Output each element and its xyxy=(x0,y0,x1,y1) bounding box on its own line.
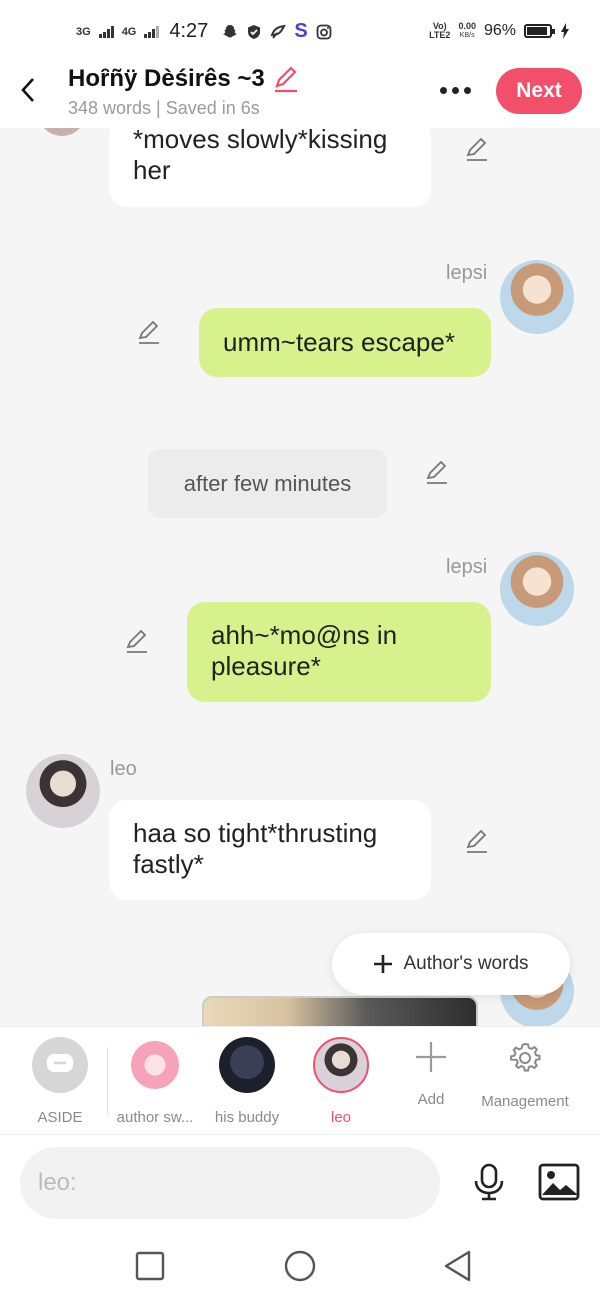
signal-icon xyxy=(98,25,114,38)
s-app-icon: S xyxy=(294,20,308,42)
avatar-lepsi[interactable] xyxy=(500,260,574,334)
volte-indicator: Vo) LTE2 xyxy=(429,22,450,40)
speaker-name: leo xyxy=(110,758,137,780)
status-right: Vo) LTE2 0.00 KB/s 96% xyxy=(429,22,570,40)
next-button[interactable]: Next xyxy=(496,68,582,114)
snapchat-icon xyxy=(223,24,238,37)
character-label: his buddy xyxy=(214,1109,280,1126)
avatar[interactable] xyxy=(38,128,86,136)
message-bubble[interactable]: haa so tight*thrusting fastly* xyxy=(109,800,431,900)
leo-avatar xyxy=(313,1037,369,1093)
add-author-words-label: Author's words xyxy=(403,953,529,974)
input-bar xyxy=(0,1134,600,1232)
add-label: Add xyxy=(417,1091,445,1108)
more-options-button[interactable] xyxy=(436,76,474,104)
character-aside[interactable]: ASIDE xyxy=(15,1037,105,1126)
character-bar: ASIDE author sw... his buddy leo Add Man… xyxy=(0,1026,600,1134)
image-icon[interactable] xyxy=(538,1163,580,1201)
page-title: Hoȓñÿ Dèśirês ~3 xyxy=(68,65,265,92)
edit-message-icon[interactable] xyxy=(424,459,450,485)
speaker-name: lepsi xyxy=(446,262,488,284)
lte-label: LTE2 xyxy=(429,30,451,40)
author-avatar xyxy=(127,1037,183,1093)
microphone-icon[interactable] xyxy=(470,1163,508,1201)
character-author[interactable]: author sw... xyxy=(110,1037,200,1126)
instagram-icon xyxy=(316,24,332,39)
battery-icon xyxy=(524,24,555,38)
system-nav-bar xyxy=(0,1232,600,1300)
network-3g: 3G xyxy=(76,25,91,38)
header: Hoȓñÿ Dèśirês ~3 348 words | Saved in 6s… xyxy=(0,62,600,128)
speed-value: 0.00 xyxy=(458,21,476,31)
edit-message-icon[interactable] xyxy=(124,628,150,654)
character-label: author sw... xyxy=(116,1109,194,1126)
add-character-button[interactable]: Add xyxy=(381,1041,481,1108)
title-row: Hoȓñÿ Dèśirês ~3 xyxy=(68,64,301,94)
management-label: Management xyxy=(481,1093,569,1110)
message-bubble[interactable]: umm~tears escape* xyxy=(199,308,491,377)
aside-bubble[interactable]: after few minutes xyxy=(148,449,387,518)
recents-button[interactable] xyxy=(132,1248,168,1284)
plus-icon xyxy=(374,955,393,973)
status-bar: 3G 4G 4:27 S Vo) LTE2 0.00 KB/s 96% xyxy=(0,0,600,62)
speed-unit: KB/s xyxy=(459,32,475,39)
back-button[interactable] xyxy=(14,72,42,108)
speaker-name: lepsi xyxy=(446,556,488,578)
character-leo[interactable]: leo xyxy=(296,1037,386,1126)
message-bubble[interactable]: ahh~*mo@ns in pleasure* xyxy=(187,602,491,702)
plus-icon xyxy=(416,1042,446,1072)
edit-message-icon[interactable] xyxy=(464,136,490,162)
chat-area[interactable]: *moves slowly*kissing her lepsi umm~tear… xyxy=(0,128,600,1026)
aside-icon xyxy=(47,1054,73,1072)
aside-text: after few minutes xyxy=(183,471,352,496)
status-left: 3G 4G 4:27 S xyxy=(76,20,332,43)
avatar-lepsi[interactable] xyxy=(500,552,574,626)
shield-icon xyxy=(248,24,261,39)
back-nav-button[interactable] xyxy=(440,1248,476,1284)
edit-message-icon[interactable] xyxy=(136,319,162,345)
character-label: leo xyxy=(330,1109,352,1126)
chevron-left-icon xyxy=(21,78,34,102)
edit-title-icon[interactable] xyxy=(271,64,301,94)
speed-indicator: 0.00 KB/s xyxy=(458,22,476,40)
home-button[interactable] xyxy=(282,1248,318,1284)
gear-icon xyxy=(510,1042,541,1072)
character-buddy[interactable]: his buddy xyxy=(202,1037,292,1126)
message-bubble[interactable]: *moves slowly*kissing her xyxy=(109,128,431,207)
message-text: haa so tight*thrusting fastly* xyxy=(133,818,378,879)
network-4g: 4G xyxy=(121,25,137,38)
divider xyxy=(107,1047,108,1115)
signal-icon-2 xyxy=(144,25,160,38)
clock: 4:27 xyxy=(169,20,209,42)
message-text: umm~tears escape* xyxy=(223,327,455,357)
charging-icon xyxy=(561,23,569,39)
battery-percent: 96% xyxy=(483,22,516,39)
image-message[interactable] xyxy=(202,996,478,1026)
message-text: *moves slowly*kissing her xyxy=(133,128,388,185)
character-label: ASIDE xyxy=(37,1109,83,1126)
word-count-status: 348 words | Saved in 6s xyxy=(68,98,260,118)
avatar-leo[interactable] xyxy=(26,754,100,828)
edit-message-icon[interactable] xyxy=(464,828,490,854)
app-icon xyxy=(270,24,287,39)
message-text: ahh~*mo@ns in pleasure* xyxy=(211,620,398,681)
management-button[interactable]: Management xyxy=(475,1041,575,1110)
add-author-words-button[interactable]: Author's words xyxy=(332,933,570,995)
message-input[interactable] xyxy=(20,1147,440,1219)
buddy-avatar xyxy=(219,1037,275,1093)
aside-avatar xyxy=(32,1037,88,1093)
